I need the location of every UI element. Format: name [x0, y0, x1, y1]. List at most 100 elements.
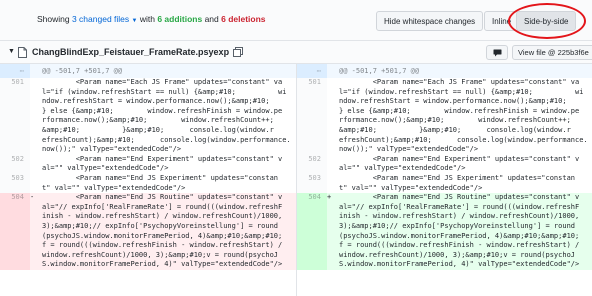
line-number[interactable]: 503 — [0, 173, 30, 184]
line-number — [297, 241, 327, 251]
diff-marker — [327, 97, 335, 107]
diff-code-line: l="if (window.refreshStart == null) {&am… — [297, 87, 592, 98]
view-file-button[interactable]: View file @ 225b3f6e — [512, 45, 592, 60]
diff-code-line: al="// expInfo['RealFrameRate'] = round(… — [0, 202, 296, 213]
code-text: &amp;#10; }&amp;#10; console.log(window.… — [42, 125, 274, 134]
diff-marker — [30, 250, 38, 261]
diff-marker — [30, 202, 38, 213]
code-text: rformance.now();&amp;#10; window.refresh… — [339, 116, 571, 125]
comment-button[interactable] — [486, 45, 508, 60]
diff-code-line: (psychoJS.window.monitorFramePeriod, 4)&… — [297, 231, 592, 242]
code-text: (psychoJS.window.monitorFramePeriod, 4)&… — [335, 231, 592, 242]
diff-code-line: now());" valType="extendedCode"/> — [0, 145, 296, 155]
deletions-count: 6 deletions — [221, 14, 266, 24]
diff-marker — [327, 116, 335, 126]
line-number — [297, 135, 327, 146]
diff-marker — [327, 184, 335, 194]
copy-icon[interactable] — [233, 47, 243, 57]
changed-files-link[interactable]: 3 changed files — [72, 14, 129, 24]
expand-lines-icon[interactable]: ⋯ — [0, 64, 30, 78]
line-number — [0, 241, 30, 251]
hunk-header: @@ -501,7 +501,7 @@ — [38, 64, 296, 78]
line-number — [0, 260, 30, 270]
diff-marker — [327, 136, 335, 146]
diff-marker — [327, 145, 335, 155]
diff-code-line: rformance.now();&amp;#10; window.refresh… — [297, 116, 592, 126]
code-text: inish - window.refreshStart) / window.re… — [335, 212, 592, 222]
hide-whitespace-button[interactable]: Hide whitespace changes — [376, 11, 484, 31]
diff-code-line: 3);&amp;#10;// expInfo['PsychopyVoreinst… — [297, 221, 592, 232]
diff-code-line: window.refreshCount)/1000, 3);&amp;#10;v… — [297, 250, 592, 261]
line-number — [0, 164, 30, 174]
diff-marker — [30, 174, 38, 184]
diff-code-line: inish - window.refreshStart) / window.re… — [0, 212, 296, 222]
diff-code-line: inish - window.refreshStart) / window.re… — [297, 212, 592, 222]
diff-marker — [327, 221, 335, 232]
diff-code-line: efreshCount);&amp;#10; console.log(windo… — [297, 135, 592, 146]
line-number — [0, 202, 30, 213]
diff-marker — [30, 212, 38, 222]
diff-summary-text: Showing 3 changed files ▼ with 6 additio… — [37, 14, 266, 24]
line-number[interactable]: 502 — [0, 154, 30, 165]
diff-code-line: t" val="" valType="extendedCode"/> — [0, 183, 296, 194]
file-name[interactable]: ChangBlindExp_Feistauer_FrameRate.psyexp — [32, 47, 229, 57]
code-text: rformance.now();&amp;#10; window.refresh… — [42, 116, 274, 125]
code-text: 3);&amp;#10;// expInfo['PsychopyVoreinst… — [335, 221, 592, 232]
code-text: <Param name="End JS Routine" updates="co… — [38, 193, 296, 203]
diff-marker — [30, 184, 38, 194]
diff-code-line: window.refreshCount)/1000, 3);&amp;#10;v… — [0, 250, 296, 261]
line-number[interactable]: 504 — [0, 193, 30, 203]
additions-count: 6 additions — [157, 14, 203, 24]
diff-marker — [327, 260, 335, 270]
code-text: t" val="" valType="extendedCode"/> — [42, 183, 186, 192]
summary-prefix: Showing — [37, 14, 72, 24]
diff-marker — [327, 107, 335, 117]
diff-marker — [327, 78, 335, 88]
comment-icon — [493, 49, 502, 57]
code-text: l="if (window.refreshStart == null) {&am… — [42, 87, 287, 96]
diff-marker — [30, 107, 38, 117]
diff-code-line: 501 <Param name="Each JS Frame" updates=… — [297, 78, 592, 88]
diff-code-line: al="// expInfo['RealFrameRate'] = round(… — [297, 202, 592, 213]
diff-code-line: 503 <Param name="End JS Experiment" upda… — [297, 173, 592, 184]
line-number — [297, 145, 327, 155]
code-text: <Param name="End Experiment" updates="co… — [42, 154, 283, 163]
diff-code-line: f = round(((window.refreshFinish - windo… — [0, 241, 296, 251]
diff-code-line: 501 <Param name="Each JS Frame" updates=… — [0, 78, 296, 88]
line-number[interactable]: 501 — [297, 78, 327, 88]
diff-marker — [30, 126, 38, 136]
code-text: <Param name="End Experiment" updates="co… — [339, 154, 580, 163]
diff-code-line: } else {&amp;#10; window.refreshFinish =… — [297, 106, 592, 117]
diff-marker — [30, 78, 38, 88]
code-text: } else {&amp;#10; window.refreshFinish =… — [42, 106, 283, 115]
collapse-chevron-icon[interactable]: ▼ — [8, 48, 15, 55]
diff-code-line: al="" valType="extendedCode"/> — [297, 164, 592, 174]
line-number[interactable]: 503 — [297, 173, 327, 184]
diff-code-line: } else {&amp;#10; window.refreshFinish =… — [0, 106, 296, 117]
line-number[interactable]: 504 — [297, 193, 327, 203]
expand-lines-icon[interactable]: ⋯ — [297, 64, 327, 78]
line-number — [297, 164, 327, 174]
diff-marker — [327, 88, 335, 98]
line-number[interactable]: 501 — [0, 78, 30, 88]
code-text: &amp;#10; }&amp;#10; console.log(window.… — [339, 125, 571, 134]
hunk-header-row: ⋯ @@ -501,7 +501,7 @@ — [0, 64, 296, 78]
line-number[interactable]: 502 — [297, 154, 327, 165]
diff-left-column: ⋯ @@ -501,7 +501,7 @@ 501 <Param name="E… — [0, 64, 296, 296]
code-text: 3);&amp;#10;// expInfo['PsychopyVoreinst… — [38, 221, 296, 232]
diff-marker — [327, 231, 335, 242]
diff-code-line: 502 <Param name="End Experiment" updates… — [297, 154, 592, 165]
line-number — [0, 250, 30, 261]
code-text: S.window.monitorFramePeriod, 4)" valType… — [335, 260, 592, 270]
code-text: <Param name="End JS Experiment" updates=… — [339, 173, 576, 182]
line-number — [297, 116, 327, 126]
line-number — [297, 260, 327, 270]
line-number — [0, 135, 30, 146]
diff-marker — [30, 164, 38, 174]
right-code-rows: 501 <Param name="Each JS Frame" updates=… — [297, 78, 592, 270]
code-text: } else {&amp;#10; window.refreshFinish =… — [339, 106, 580, 115]
line-number — [0, 221, 30, 232]
hunk-header-row: ⋯ @@ -501,7 +501,7 @@ — [297, 64, 592, 78]
diff-code-line: ndow.refreshStart = window.performance.n… — [0, 97, 296, 107]
line-number — [297, 231, 327, 242]
